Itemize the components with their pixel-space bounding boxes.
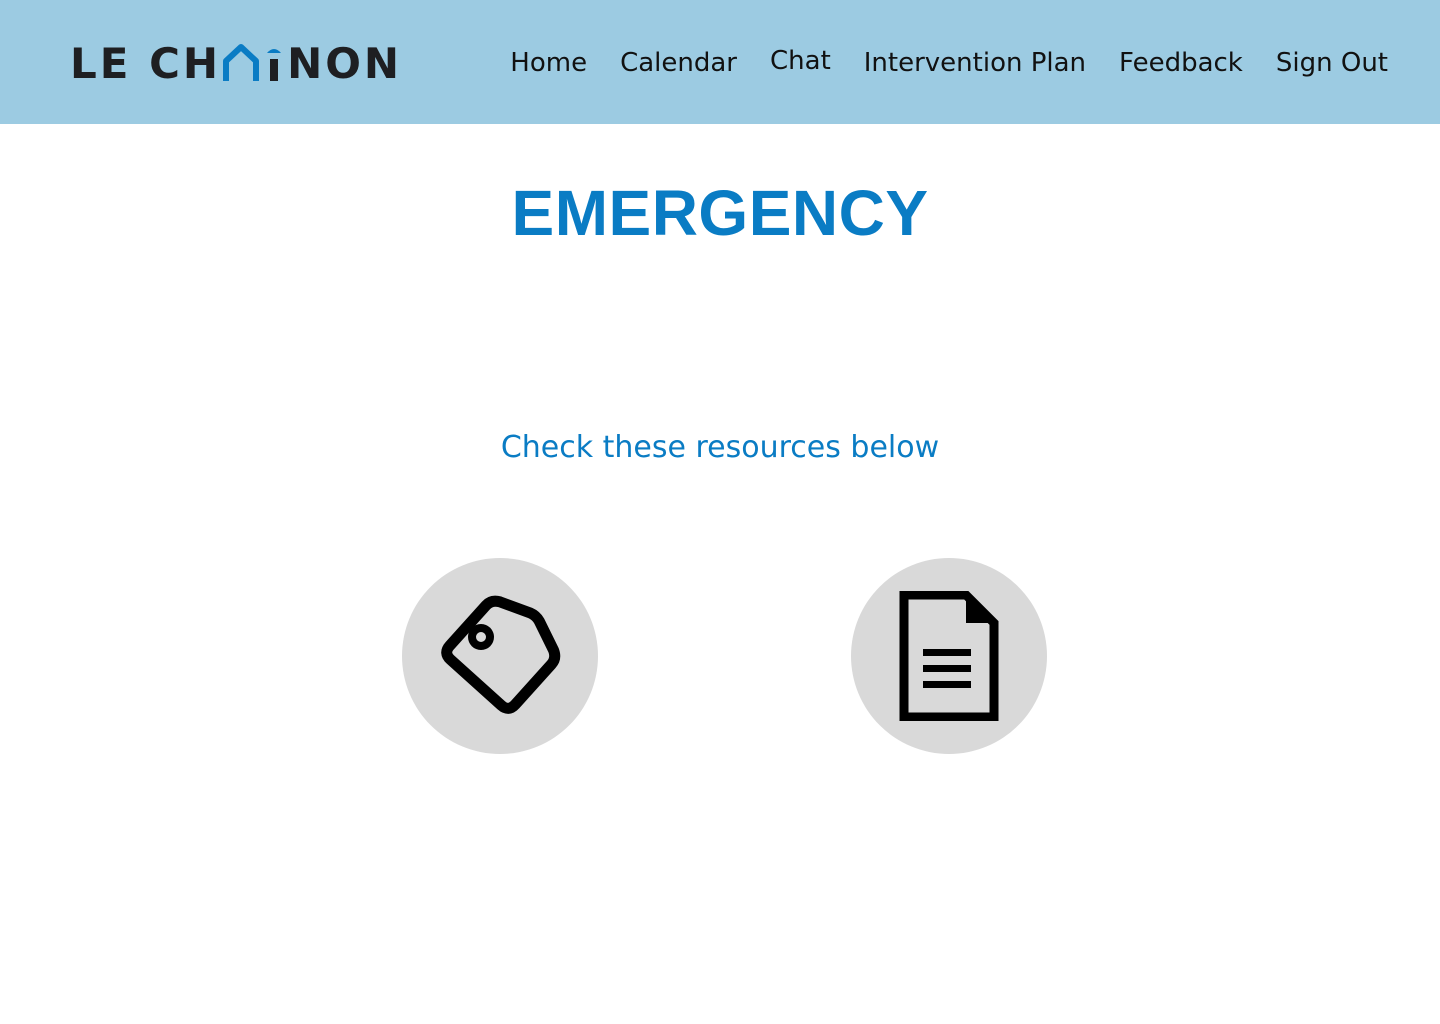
resources-subtitle: Check these resources below bbox=[500, 430, 940, 465]
emergency-page: LE CH NON Home Calendar Chat Interventio… bbox=[0, 0, 1440, 1024]
le-chainon-logo[interactable]: LE CH NON bbox=[70, 38, 402, 88]
nav-sign-out[interactable]: Sign Out bbox=[1276, 48, 1388, 78]
resource-tag-button[interactable] bbox=[402, 558, 598, 754]
nav-feedback[interactable]: Feedback bbox=[1119, 48, 1243, 78]
resource-document-button[interactable] bbox=[851, 558, 1047, 754]
tag-icon bbox=[441, 595, 561, 714]
document-icon bbox=[899, 591, 999, 721]
logo-text-left: LE CH bbox=[70, 38, 222, 88]
top-header: LE CH NON Home Calendar Chat Interventio… bbox=[0, 0, 1440, 124]
logo-person-icon bbox=[263, 43, 285, 83]
main-nav: Home Calendar Chat Intervention Plan Fee… bbox=[510, 46, 1388, 78]
logo-house-icon bbox=[223, 43, 260, 83]
nav-calendar[interactable]: Calendar bbox=[620, 48, 737, 78]
nav-intervention-plan[interactable]: Intervention Plan bbox=[864, 48, 1086, 78]
nav-chat[interactable]: Chat bbox=[770, 46, 831, 76]
page-title: EMERGENCY bbox=[511, 177, 929, 249]
logo-text-right: NON bbox=[287, 38, 403, 88]
nav-home[interactable]: Home bbox=[510, 48, 587, 78]
